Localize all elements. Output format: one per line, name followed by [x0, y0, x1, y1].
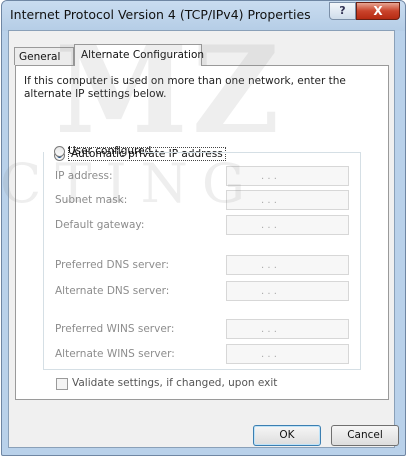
- window-title: Internet Protocol Version 4 (TCP/IPv4) P…: [10, 7, 311, 22]
- alternate-dns-value: . . .: [261, 286, 277, 297]
- preferred-dns-input[interactable]: . . .: [226, 255, 349, 275]
- close-button[interactable]: X: [356, 2, 400, 20]
- default-gateway-value: . . .: [261, 220, 277, 231]
- preferred-dns-label: Preferred DNS server:: [55, 259, 170, 271]
- tab-alternate-configuration[interactable]: Alternate Configuration: [74, 44, 204, 66]
- preferred-wins-label: Preferred WINS server:: [55, 323, 175, 335]
- ip-address-input[interactable]: . . .: [226, 166, 349, 186]
- close-icon: X: [373, 4, 383, 18]
- alternate-wins-input[interactable]: . . .: [226, 344, 349, 364]
- description-text: If this computer is used on more than on…: [24, 75, 346, 100]
- ip-address-label: IP address:: [55, 170, 113, 182]
- subnet-mask-label: Subnet mask:: [55, 194, 128, 206]
- help-icon: ?: [339, 4, 346, 17]
- alternate-dns-input[interactable]: . . .: [226, 281, 349, 301]
- preferred-wins-input[interactable]: . . .: [226, 319, 349, 339]
- alternate-dns-label: Alternate DNS server:: [55, 285, 170, 297]
- ok-button[interactable]: OK: [253, 425, 321, 446]
- default-gateway-input[interactable]: . . .: [226, 215, 349, 235]
- default-gateway-label: Default gateway:: [55, 219, 145, 231]
- preferred-wins-value: . . .: [261, 324, 277, 335]
- preferred-dns-value: . . .: [261, 260, 277, 271]
- tab-general[interactable]: General: [14, 47, 74, 65]
- subnet-mask-value: . . .: [261, 195, 277, 206]
- validate-settings-checkbox[interactable]: [56, 378, 68, 390]
- validate-settings-label[interactable]: Validate settings, if changed, upon exit: [72, 377, 277, 389]
- subnet-mask-input[interactable]: . . .: [226, 190, 349, 210]
- cancel-button[interactable]: Cancel: [331, 425, 399, 446]
- alternate-wins-label: Alternate WINS server:: [55, 348, 175, 360]
- help-button[interactable]: ?: [329, 2, 356, 20]
- alternate-wins-value: . . .: [261, 349, 277, 360]
- title-bar[interactable]: Internet Protocol Version 4 (TCP/IPv4) P…: [2, 1, 405, 31]
- ip-address-value: . . .: [261, 171, 277, 182]
